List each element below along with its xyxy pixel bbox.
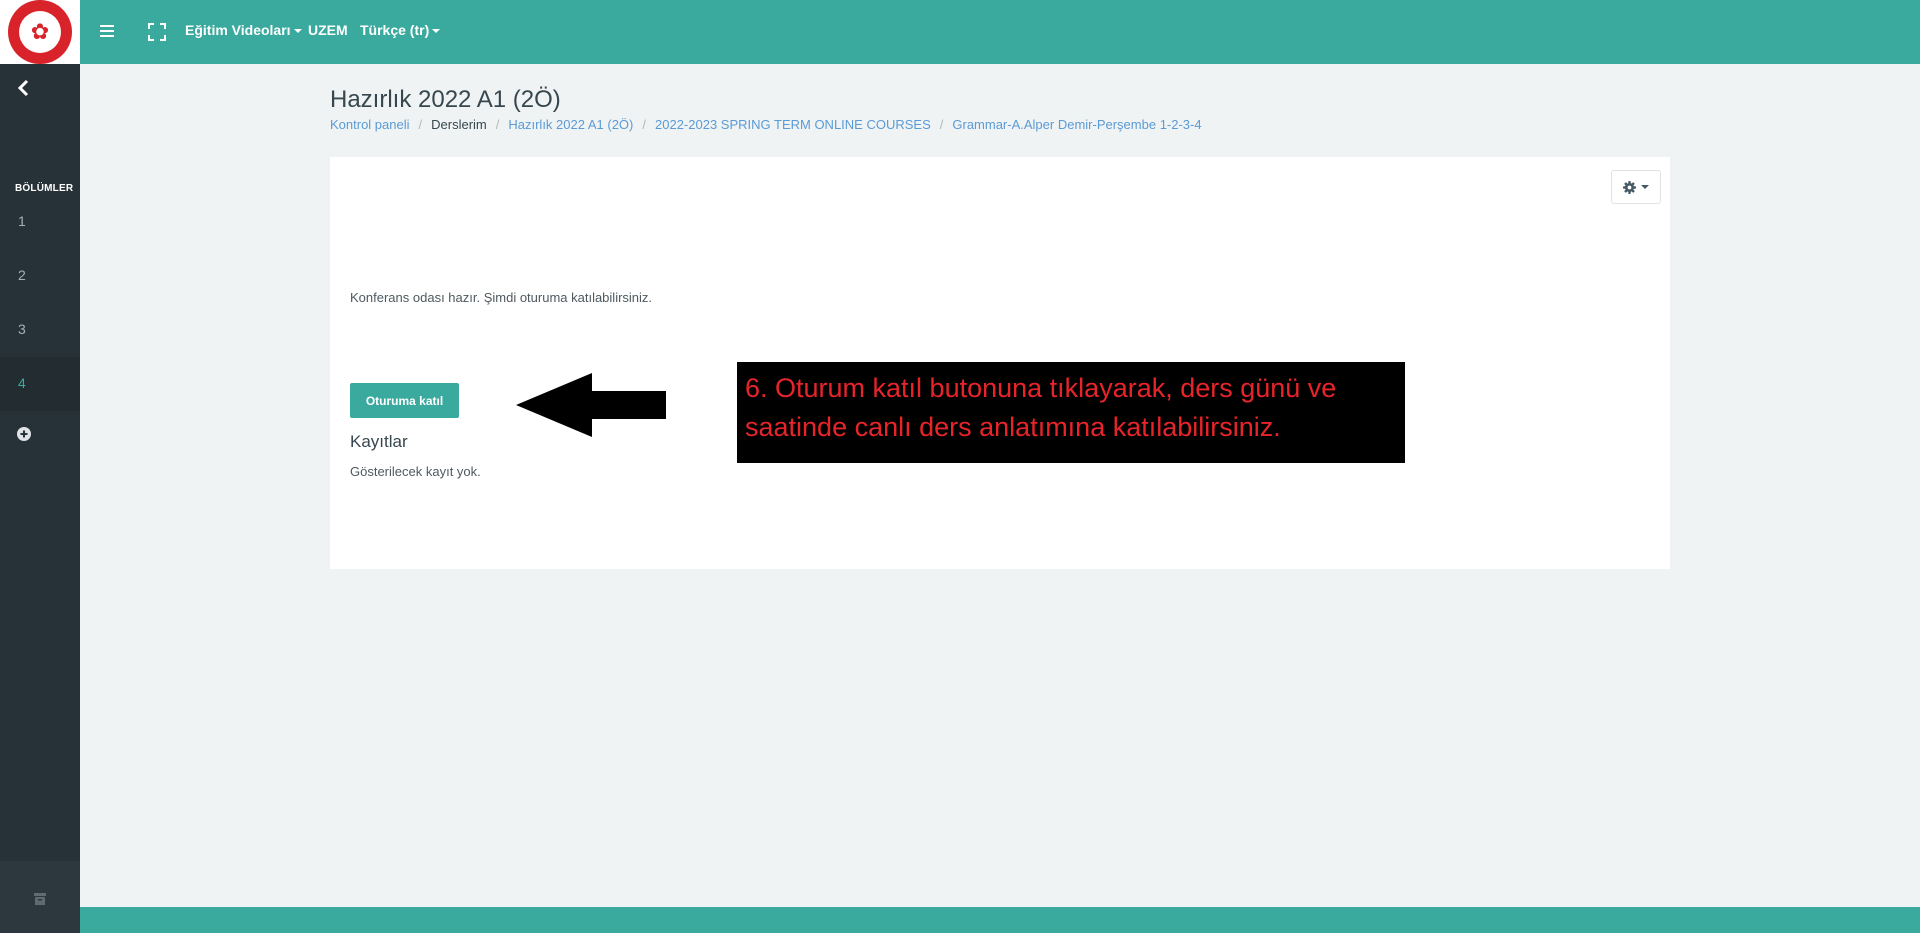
conference-status-text: Konferans odası hazır. Şimdi oturuma kat… [350, 290, 653, 305]
footer-bar [80, 907, 1920, 933]
pointer-arrow-icon [516, 373, 666, 437]
sidebar-heading: BÖLÜMLER [15, 183, 74, 194]
nav-language[interactable]: Türkçe (tr) [360, 21, 441, 39]
instruction-annotation: 6. Oturum katıl butonuna tıklayarak, der… [737, 362, 1405, 463]
sidebar-item-label: 1 [18, 213, 26, 229]
breadcrumb-link-activity[interactable]: Grammar-A.Alper Demir-Perşembe 1-2-3-4 [952, 117, 1201, 132]
caret-down-icon [432, 29, 441, 34]
breadcrumb-link-course[interactable]: Hazırlık 2022 A1 (2Ö) [508, 117, 633, 132]
fullscreen-icon[interactable] [148, 23, 166, 41]
nav-link-label: Türkçe (tr) [360, 22, 430, 38]
page-title: Hazırlık 2022 A1 (2Ö) [330, 86, 561, 113]
nav-link-label: Eğitim Videoları [185, 22, 291, 38]
back-chevron-icon[interactable] [14, 78, 34, 98]
site-logo[interactable]: ✿ [0, 0, 80, 64]
sidebar-item-section-2[interactable]: 2 [0, 249, 80, 303]
nav-egitim-videolari[interactable]: Eğitim Videoları [185, 21, 302, 39]
settings-menu-button[interactable] [1611, 170, 1661, 204]
join-session-button[interactable]: Oturuma katıl [350, 383, 459, 418]
sidebar-item-label: 2 [18, 267, 26, 283]
caret-down-icon [293, 29, 302, 34]
add-section-icon[interactable] [17, 427, 31, 441]
breadcrumb-link-term[interactable]: 2022-2023 SPRING TERM ONLINE COURSES [655, 117, 931, 132]
instruction-text: 6. Oturum katıl butonuna tıklayarak, der… [745, 373, 1337, 442]
caret-down-icon [1641, 185, 1649, 189]
recordings-heading: Kayıtlar [350, 432, 408, 451]
block-icon[interactable] [34, 893, 46, 905]
recordings-empty-text: Gösterilecek kayıt yok. [350, 464, 481, 479]
course-sidebar: BÖLÜMLER 1 2 3 4 [0, 64, 80, 933]
logo-seal: ✿ [8, 0, 72, 64]
nav-uzem[interactable]: UZEM [308, 21, 348, 39]
breadcrumb: Kontrol paneli / Derslerim / Hazırlık 2022 A… [330, 117, 1202, 132]
breadcrumb-link-dashboard[interactable]: Kontrol paneli [330, 117, 410, 132]
top-navbar: ✿ Eğitim Videoları UZEM Türkçe (tr) [0, 0, 1920, 64]
hamburger-icon[interactable] [100, 20, 116, 42]
breadcrumb-separator: / [642, 117, 646, 132]
sidebar-footer [0, 861, 80, 933]
breadcrumb-separator: / [939, 117, 944, 132]
sidebar-item-section-1[interactable]: 1 [0, 195, 80, 249]
rose-icon: ✿ [19, 11, 61, 53]
nav-link-label: UZEM [308, 22, 348, 38]
sidebar-item-label: 3 [18, 321, 26, 337]
breadcrumb-separator: / [418, 117, 423, 132]
breadcrumb-my-courses: Derslerim [431, 117, 487, 132]
sidebar-item-section-3[interactable]: 3 [0, 303, 80, 357]
gear-icon [1623, 180, 1636, 194]
sidebar-item-label: 4 [18, 375, 26, 391]
sidebar-item-section-4[interactable]: 4 [0, 357, 80, 411]
breadcrumb-separator: / [495, 117, 500, 132]
